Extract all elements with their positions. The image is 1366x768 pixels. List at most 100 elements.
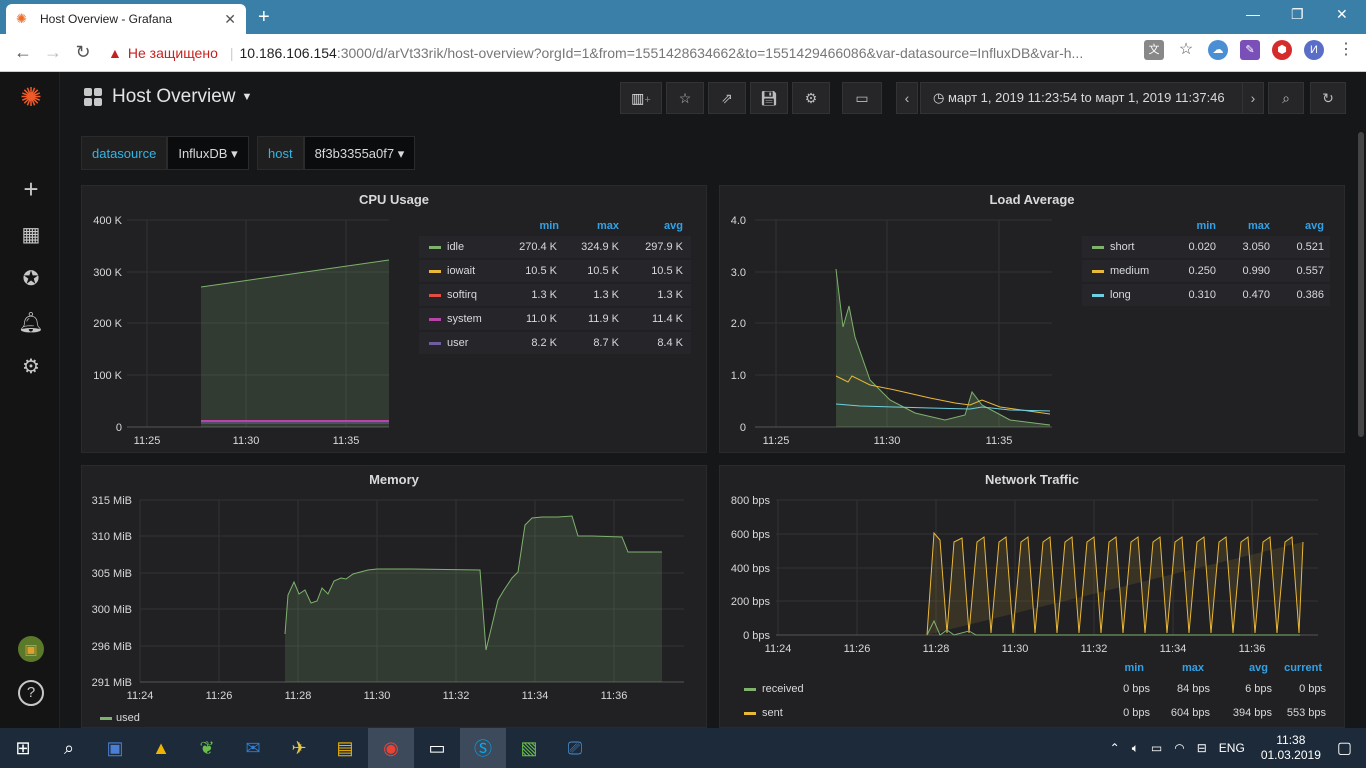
app-folder-icon[interactable]: ▤	[322, 728, 368, 768]
app-chart-icon[interactable]: ▧	[506, 728, 552, 768]
menu-icon[interactable]: ⋮	[1336, 40, 1356, 60]
network-traffic-panel[interactable]: Network Traffic 800 bps 600 bps 400 bps …	[719, 465, 1345, 728]
legend-item-long[interactable]: long 0.310 0.470 0.386	[1082, 284, 1330, 306]
legend-item-user[interactable]: user 8.2 K 8.7 K 8.4 K	[419, 332, 691, 354]
x-tick-label: 11:25	[134, 435, 161, 447]
browser-tab[interactable]: ✺ Host Overview - Grafana ✕	[6, 4, 246, 34]
app-bird-icon[interactable]: ✈	[276, 728, 322, 768]
dashboard-title-dropdown[interactable]: Host Overview ▼	[84, 86, 252, 108]
host-select[interactable]: 8f3b3355a0f7 ▾	[303, 136, 416, 170]
grafana-logo-icon[interactable]: ✺	[18, 84, 44, 110]
legend-item-iowait[interactable]: iowait 10.5 K 10.5 K 10.5 K	[419, 260, 691, 282]
windows-start-icon[interactable]: ⊞	[0, 728, 46, 768]
legend-item-received[interactable]: received 0 bps 84 bps 6 bps 0 bps	[734, 678, 1332, 700]
y-tick-label: 296 MiB	[92, 641, 132, 653]
back-icon[interactable]: ←	[8, 42, 38, 63]
reload-icon[interactable]: ↻	[68, 42, 98, 63]
remote-desktop-icon[interactable]: ⎚	[552, 728, 598, 768]
extension-cloud-icon[interactable]: ☁	[1208, 40, 1228, 60]
time-shift-back-button[interactable]: ‹	[896, 82, 918, 114]
time-shift-forward-button[interactable]: ›	[1242, 82, 1264, 114]
time-range-picker[interactable]: ◷ март 1, 2019 11:23:54 to март 1, 2019 …	[920, 82, 1250, 114]
series-short-area	[836, 269, 1050, 427]
app-save-icon[interactable]: ▣	[92, 728, 138, 768]
legend-header-current: current	[1284, 662, 1322, 674]
language-indicator[interactable]: ENG	[1219, 741, 1245, 755]
search-icon[interactable]: ⌕	[46, 728, 92, 768]
wifi-icon[interactable]: ◠	[1174, 741, 1184, 755]
outlook-icon[interactable]: ✉	[230, 728, 276, 768]
close-window-icon[interactable]: ✕	[1336, 6, 1348, 23]
memory-panel[interactable]: Memory 315 MiB 310 MiB 305 MiB 300 MiB 2…	[81, 465, 707, 728]
extension-pen-icon[interactable]: ✎	[1240, 40, 1260, 60]
configuration-gear-icon[interactable]: ⚙	[18, 354, 44, 380]
create-plus-icon[interactable]: +	[18, 176, 44, 202]
zoom-out-button[interactable]: ⌕	[1268, 82, 1304, 114]
x-tick-label: 11:28	[923, 643, 950, 655]
x-tick-label: 11:24	[765, 643, 792, 655]
legend-item-softirq[interactable]: softirq 1.3 K 1.3 K 1.3 K	[419, 284, 691, 306]
cpu-usage-panel[interactable]: CPU Usage 400 K 300 K 200 K 100 K 0 11:2…	[81, 185, 707, 453]
dashboards-icon[interactable]: ▦	[18, 222, 44, 248]
forward-icon[interactable]: →	[38, 42, 68, 63]
app-triangle-icon[interactable]: ▲	[138, 728, 184, 768]
legend-item-short[interactable]: short 0.020 3.050 0.521	[1082, 236, 1330, 258]
volume-icon[interactable]: 🔈︎	[1132, 741, 1139, 756]
star-dashboard-button[interactable]: ☆	[666, 82, 704, 114]
x-tick-label: 11:30	[233, 435, 260, 447]
series-used-area	[285, 516, 662, 682]
load-average-chart: 4.0 3.0 2.0 1.0 0 11:25 11:30 11:35	[731, 215, 1052, 447]
clock[interactable]: 11:38 01.03.2019	[1261, 733, 1321, 763]
view-mode-monitor-button[interactable]: ▭	[842, 82, 882, 114]
refresh-button[interactable]: ↻	[1310, 82, 1346, 114]
app-leaf-icon[interactable]: ❦	[184, 728, 230, 768]
x-tick-label: 11:24	[127, 690, 154, 702]
url-path: :3000/d/arVt33rik/host-overview?orgId=1&…	[336, 45, 1084, 61]
datasource-select[interactable]: InfluxDB ▾	[167, 136, 249, 170]
terminal-icon[interactable]: ▭	[414, 728, 460, 768]
clock-date: 01.03.2019	[1260, 748, 1321, 762]
windows-taskbar: ⊞ ⌕ ▣ ▲ ❦ ✉ ✈ ▤ ◉ ▭ Ⓢ ▧ ⎚ ⌃ 🔈︎ ▭ ◠ ⊟ ENG…	[0, 728, 1366, 768]
network-legend: min max avg current received 0 bps 84 bps 6…	[734, 662, 1332, 728]
network-icon[interactable]: ⊟	[1197, 741, 1207, 755]
notifications-icon[interactable]: ▢	[1337, 738, 1352, 758]
battery-icon[interactable]: ▭	[1151, 741, 1162, 755]
host-variable: host 8f3b3355a0f7 ▾	[257, 136, 416, 170]
y-tick-label: 300 MiB	[92, 604, 132, 616]
panel-title: Memory	[369, 472, 419, 487]
memory-legend[interactable]: used	[100, 712, 220, 728]
tray-expand-icon[interactable]: ⌃	[1110, 741, 1120, 755]
panel-title: CPU Usage	[358, 192, 430, 207]
maximize-icon[interactable]: ❐	[1291, 6, 1304, 23]
chrome-icon[interactable]: ◉	[368, 728, 414, 768]
profile-avatar[interactable]: И	[1304, 40, 1324, 60]
bookmark-star-icon[interactable]: ☆	[1176, 40, 1196, 60]
explore-compass-icon[interactable]: ✪	[18, 266, 44, 292]
x-tick-label: 11:34	[522, 690, 549, 702]
new-tab-button[interactable]: +	[258, 6, 270, 28]
url-field[interactable]: ▲ Не защищено | 10.186.106.154:3000/d/ar…	[108, 38, 1178, 68]
help-icon[interactable]: ?	[18, 680, 44, 706]
minimize-icon[interactable]: —	[1246, 6, 1260, 22]
series-sent-line	[926, 531, 1304, 636]
settings-gear-button[interactable]: ⚙	[792, 82, 830, 114]
legend-item-sent[interactable]: sent 0 bps 604 bps 394 bps 553 bps	[734, 702, 1332, 724]
alerting-bell-icon[interactable]: 🔔︎	[18, 310, 44, 336]
tab-close-icon[interactable]: ✕	[224, 11, 236, 28]
y-tick-label: 200 K	[93, 318, 122, 330]
panel-title: Load Average	[989, 192, 1075, 207]
skype-icon[interactable]: Ⓢ	[460, 728, 506, 768]
legend-item-system[interactable]: system 11.0 K 11.9 K 11.4 K	[419, 308, 691, 330]
user-avatar[interactable]: ▣	[18, 636, 44, 662]
legend-item-idle[interactable]: idle 270.4 K 324.9 K 297.9 K	[419, 236, 691, 258]
y-tick-label: 400 bps	[731, 563, 771, 575]
share-dashboard-button[interactable]: ⇗	[708, 82, 746, 114]
legend-header-max: max	[1247, 220, 1270, 232]
legend-item-medium[interactable]: medium 0.250 0.990 0.557	[1082, 260, 1330, 282]
translate-icon[interactable]: 文	[1144, 40, 1164, 60]
page-scrollbar[interactable]	[1358, 132, 1364, 437]
save-dashboard-button[interactable]: 💾︎	[750, 82, 788, 114]
extension-adblock-icon[interactable]: ⬢	[1272, 40, 1292, 60]
add-panel-button[interactable]: ▥+	[620, 82, 662, 114]
load-average-panel[interactable]: Load Average 4.0 3.0 2.0 1.0 0 11:25 11:…	[719, 185, 1345, 453]
